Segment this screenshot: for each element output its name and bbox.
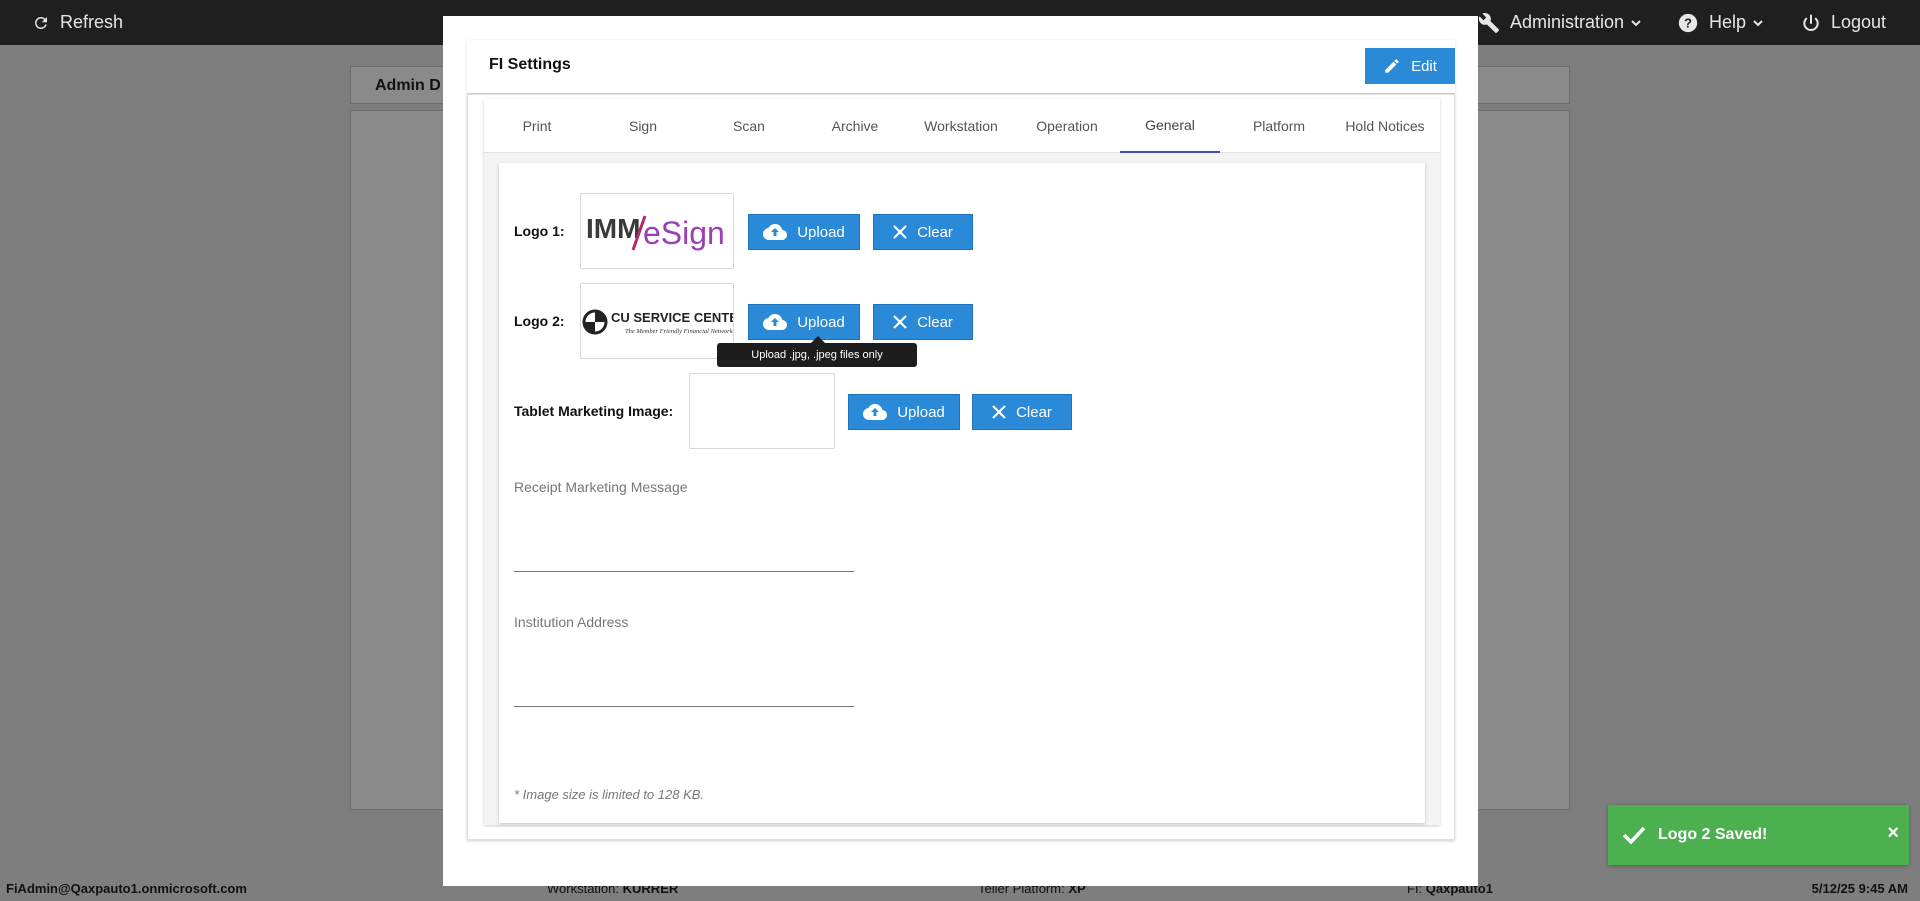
upload-label: Upload <box>797 313 845 331</box>
tab-label: Scan <box>733 118 765 134</box>
image-size-note: * Image size is limited to 128 KB. <box>514 787 705 802</box>
refresh-icon <box>35 16 47 29</box>
edit-label: Edit <box>1411 57 1437 75</box>
logout-button[interactable]: Logout <box>1801 0 1886 45</box>
tab-label: Operation <box>1036 118 1098 134</box>
tab-bar: Print Sign Scan Archive Workstation Oper… <box>484 99 1440 153</box>
close-icon <box>992 405 1006 419</box>
tab-print[interactable]: Print <box>484 99 590 153</box>
svg-text:?: ? <box>1684 15 1692 30</box>
tablet-upload-button[interactable]: Upload <box>848 394 960 430</box>
status-user: FiAdmin@Qaxpauto1.onmicrosoft.com <box>6 881 247 896</box>
chevron-down-icon <box>1753 19 1763 26</box>
administration-label: Administration <box>1510 12 1625 32</box>
svg-text:IMM: IMM <box>586 213 640 244</box>
tablet-image-label: Tablet Marketing Image: <box>514 403 674 419</box>
logo1-preview: IMM eSign <box>580 193 734 269</box>
logo2-preview: CU SERVICE CENTERS The Member Friendly F… <box>580 283 734 359</box>
tab-platform[interactable]: Platform <box>1226 99 1332 153</box>
tab-label: Workstation <box>924 118 998 134</box>
checkmark-icon <box>1622 826 1646 845</box>
wrench-icon <box>1478 12 1500 33</box>
close-icon <box>893 225 907 239</box>
receipt-message-input[interactable] <box>514 501 854 571</box>
tab-general[interactable]: General <box>1120 99 1220 153</box>
modal-header: FI Settings Edit <box>467 40 1455 94</box>
status-datetime: 5/12/25 9:45 AM <box>1811 881 1908 896</box>
power-icon <box>1803 14 1819 31</box>
logo2-subtext: The Member Friendly Financial Network <box>625 328 733 335</box>
logout-label: Logout <box>1831 12 1887 32</box>
toast-close-button[interactable]: × <box>1887 823 1899 843</box>
cu-service-centers-logo: CU SERVICE CENTERS The Member Friendly F… <box>582 309 734 335</box>
tablet-clear-button[interactable]: Clear <box>972 394 1072 430</box>
receipt-message-underline <box>514 571 854 572</box>
institution-address-underline <box>514 706 854 707</box>
imm-esign-logo: IMM eSign <box>586 213 725 251</box>
cloud-upload-icon <box>763 314 788 330</box>
institution-address-label: Institution Address <box>514 614 629 630</box>
settings-card: Print Sign Scan Archive Workstation Oper… <box>467 94 1455 840</box>
tabs-container: Print Sign Scan Archive Workstation Oper… <box>484 99 1440 825</box>
tab-label: General <box>1145 117 1195 133</box>
refresh-button[interactable]: Refresh <box>32 0 123 45</box>
tab-label: Archive <box>831 118 879 134</box>
cloud-upload-icon <box>763 224 788 240</box>
help-icon: ? <box>1678 13 1698 32</box>
upload-label: Upload <box>897 403 945 421</box>
general-tab-content: Logo 1: IMM eSign Upload Clear Logo 2: C… <box>499 163 1425 823</box>
tab-label: Sign <box>628 118 658 134</box>
administration-menu[interactable]: Administration <box>1478 0 1642 45</box>
svg-text:eSign: eSign <box>643 215 725 251</box>
logo2-upload-button[interactable]: Upload <box>748 304 860 340</box>
upload-label: Upload <box>797 223 845 241</box>
tab-workstation[interactable]: Workstation <box>908 99 1014 153</box>
upload-tooltip: Upload .jpg, .jpeg files only <box>717 336 917 367</box>
clear-label: Clear <box>917 223 953 241</box>
logo2-text: CU SERVICE CENTERS <box>611 310 734 325</box>
tab-hold-notices[interactable]: Hold Notices <box>1332 99 1438 153</box>
institution-address-input[interactable] <box>514 636 854 706</box>
logo2-label: Logo 2: <box>514 313 565 329</box>
admin-dashboard-title: Admin D <box>375 77 441 94</box>
cloud-upload-icon <box>863 404 888 420</box>
close-icon <box>893 315 907 329</box>
logo1-label: Logo 1: <box>514 223 565 239</box>
edit-button[interactable]: Edit <box>1365 48 1455 84</box>
clear-label: Clear <box>917 313 953 331</box>
success-toast: Logo 2 Saved! × <box>1608 805 1909 865</box>
tab-scan[interactable]: Scan <box>696 99 802 153</box>
chevron-down-icon <box>1631 19 1641 26</box>
toast-message: Logo 2 Saved! <box>1658 826 1768 843</box>
tablet-image-preview <box>689 373 835 449</box>
refresh-label: Refresh <box>60 12 124 32</box>
fi-settings-modal: FI Settings Edit Print Sign Scan Archive… <box>443 16 1478 886</box>
modal-title: FI Settings <box>489 56 571 73</box>
tab-label: Print <box>522 118 552 134</box>
logo2-clear-button[interactable]: Clear <box>873 304 973 340</box>
help-label: Help <box>1709 12 1747 32</box>
help-menu[interactable]: ? Help <box>1677 0 1764 45</box>
tab-label: Hold Notices <box>1345 118 1425 134</box>
tab-label: Platform <box>1252 118 1306 134</box>
clear-label: Clear <box>1016 403 1052 421</box>
tab-operation[interactable]: Operation <box>1014 99 1120 153</box>
tab-archive[interactable]: Archive <box>802 99 908 153</box>
receipt-message-label: Receipt Marketing Message <box>514 479 688 495</box>
pencil-icon <box>1385 59 1399 73</box>
logo1-upload-button[interactable]: Upload <box>748 214 860 250</box>
tab-sign[interactable]: Sign <box>590 99 696 153</box>
logo1-clear-button[interactable]: Clear <box>873 214 973 250</box>
